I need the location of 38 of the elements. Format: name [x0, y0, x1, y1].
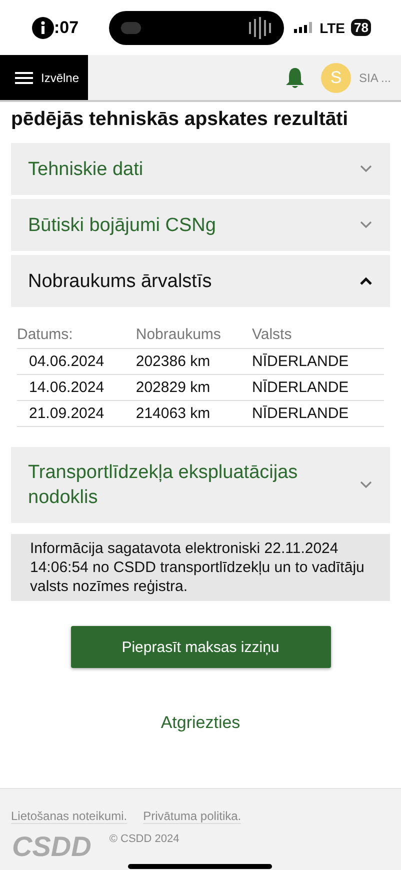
- battery-level: 78: [350, 19, 372, 36]
- page-heading: pēdējās tehniskās apskates rezultāti: [11, 108, 350, 131]
- table-cell: 202386 km: [136, 348, 252, 374]
- table-cell: 14.06.2024: [17, 374, 136, 400]
- column-header: Nobraukums: [136, 321, 252, 348]
- chevron-down-icon: [360, 481, 372, 489]
- table-cell: 214063 km: [136, 400, 252, 426]
- table-cell: NĪDERLANDE: [252, 400, 384, 426]
- table-cell: NĪDERLANDE: [252, 374, 384, 400]
- menu-button[interactable]: Izvēlne: [0, 55, 88, 100]
- footer-link[interactable]: Privātuma politika.: [143, 809, 242, 824]
- column-header: Datums:: [17, 321, 136, 348]
- column-header: Valsts: [252, 321, 384, 348]
- chevron-down-icon: [360, 221, 372, 229]
- accordion-header[interactable]: Transportlīdzekļa ekspluatācijas nodoklis: [11, 447, 390, 523]
- chevron-down-icon: [360, 165, 372, 173]
- table-cell: NĪDERLANDE: [252, 348, 384, 374]
- info-note: Informācija sagatavota elektroniski 22.11.2024 14:06:54 no CSDD transportlīdzekļu un to vadītāju valsts nozīmes reģistra.: [11, 534, 390, 601]
- table-cell: 04.06.2024: [17, 348, 136, 374]
- accordion-header[interactable]: Tehniskie dati: [11, 143, 390, 195]
- accordion-header[interactable]: Nobraukums ārvalstīs: [11, 255, 390, 307]
- clock: :07: [54, 18, 79, 38]
- signal-icon: [294, 22, 314, 34]
- account-name[interactable]: SIA ...: [358, 70, 391, 84]
- accordion-header[interactable]: Būtiski bojājumi CSNg: [11, 199, 390, 251]
- bell-icon[interactable]: [284, 66, 305, 88]
- logo: CSDD: [12, 832, 92, 862]
- request-button[interactable]: Pieprasīt maksas izziņu: [70, 626, 330, 668]
- back-link[interactable]: Atgriezties: [160, 713, 240, 733]
- copyright: © CSDD 2024: [109, 833, 180, 845]
- table-cell: 202829 km: [136, 374, 252, 400]
- network-type: LTE: [320, 20, 345, 36]
- menu-icon: [15, 70, 33, 84]
- chevron-up-icon: [360, 277, 372, 285]
- waveform-icon: [248, 16, 272, 38]
- table-cell: 21.09.2024: [17, 400, 136, 426]
- info-icon: [32, 16, 54, 38]
- footer-link[interactable]: Lietošanas noteikumi.: [11, 809, 128, 824]
